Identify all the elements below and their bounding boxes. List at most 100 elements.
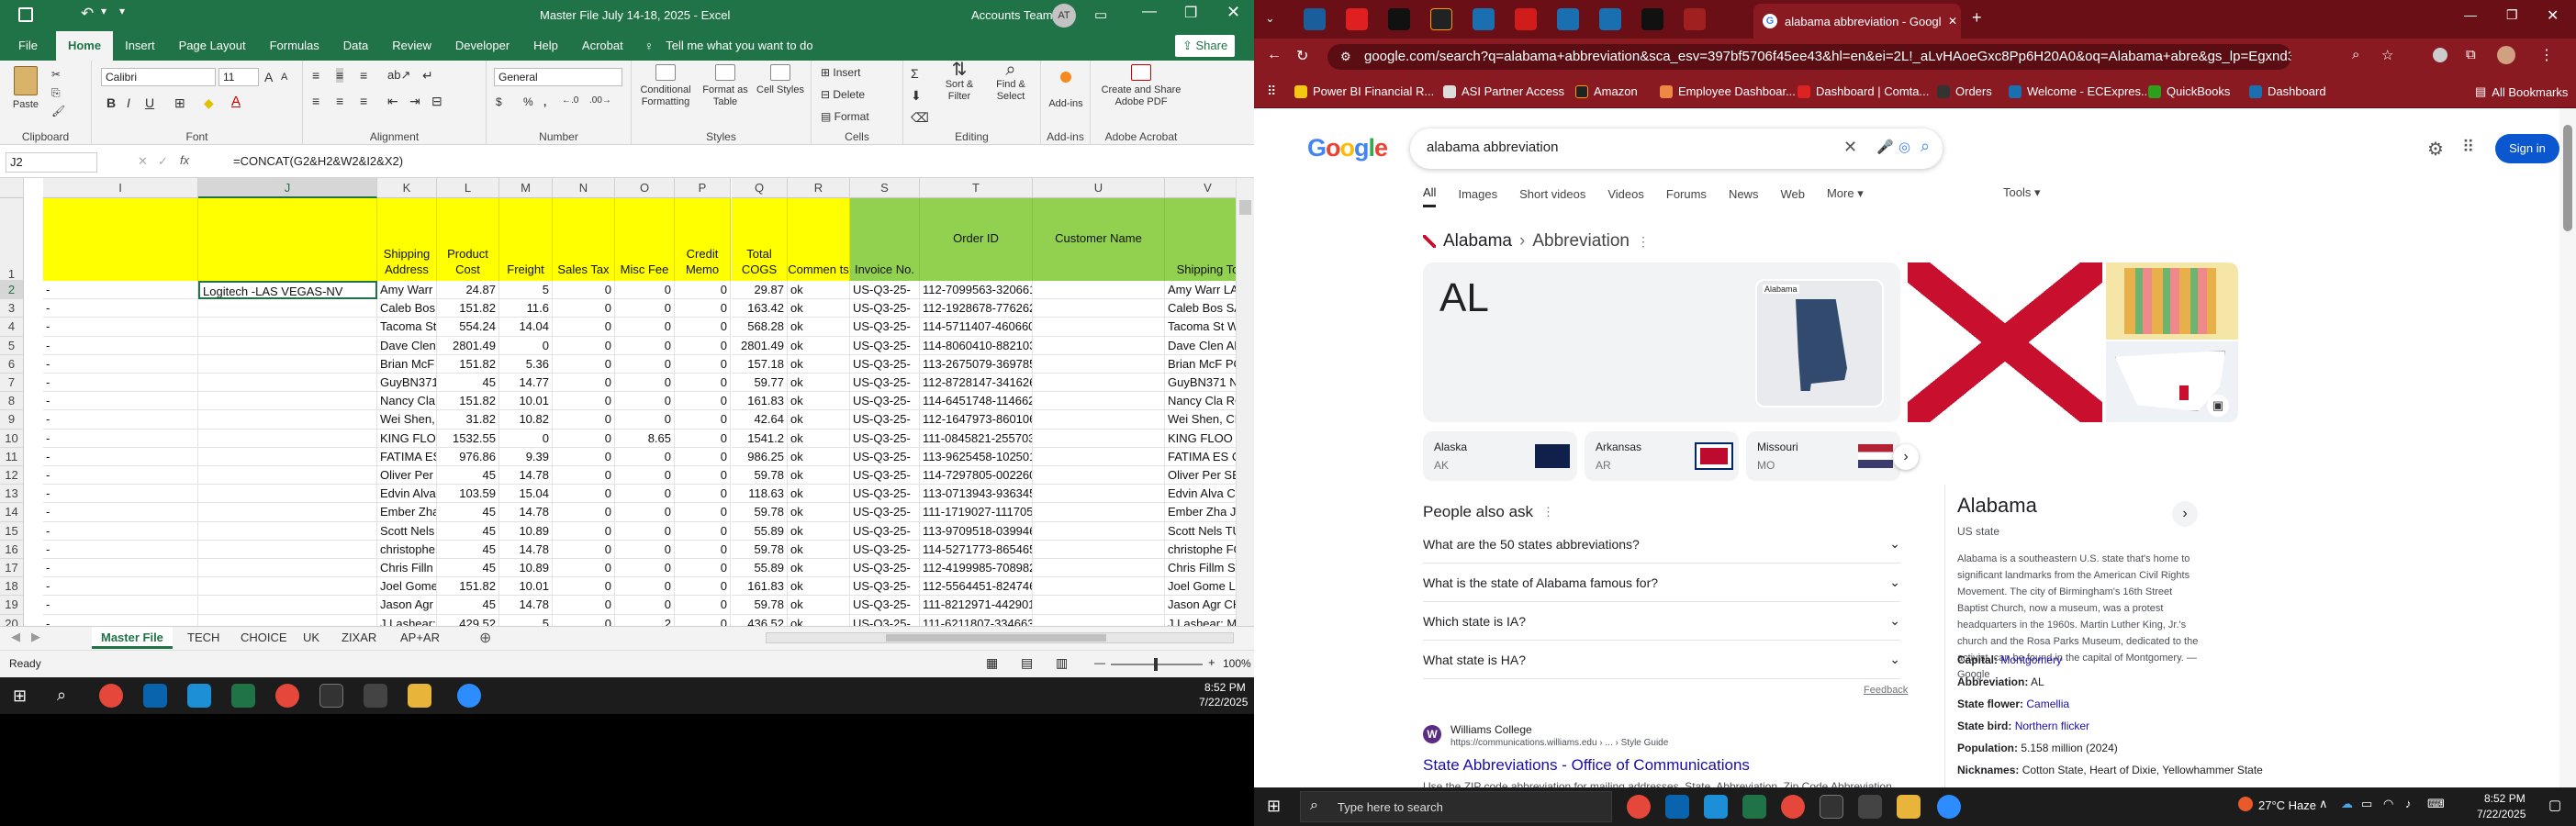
media-app-icon[interactable]	[1820, 795, 1843, 819]
page-layout-view-icon[interactable]: ▤	[1021, 655, 1033, 671]
result-site-name[interactable]: Williams College	[1450, 723, 1532, 736]
more-options-icon[interactable]: ⋮	[1637, 234, 1650, 250]
file-explorer-icon[interactable]	[408, 684, 431, 708]
paste-button[interactable]: Paste	[9, 66, 42, 111]
cell-k[interactable]: Caleb Bos	[377, 299, 437, 318]
cell-j[interactable]	[198, 521, 377, 541]
column-header[interactable]: U	[1033, 178, 1165, 198]
all-bookmarks[interactable]: ▤ All Bookmarks	[2475, 84, 2568, 99]
cell-q[interactable]: 59.78	[732, 503, 788, 522]
cell-i[interactable]: -	[43, 318, 198, 337]
cell-o[interactable]: 0	[615, 485, 675, 504]
windows-start-icon[interactable]: ⊞	[1267, 797, 1281, 816]
cell-q[interactable]: 59.78	[732, 540, 788, 559]
zoom-slider[interactable]	[1111, 658, 1203, 671]
cell-q[interactable]: 55.89	[732, 559, 788, 578]
cell-t[interactable]: 114-7297805-0022603	[920, 466, 1033, 486]
cell-p[interactable]: 0	[675, 485, 731, 504]
undo-dropdown-icon[interactable]: ▾	[101, 5, 106, 17]
chrome-close-icon[interactable]: ✕	[2547, 6, 2559, 25]
cell-k[interactable]: Dave Clen	[377, 336, 437, 355]
clock-date[interactable]: 7/22/2025	[2477, 808, 2526, 820]
cell-j[interactable]	[198, 392, 377, 411]
cell-s[interactable]: US-Q3-25-	[850, 410, 920, 430]
zoom-slider-handle[interactable]	[1154, 658, 1158, 671]
cell-m[interactable]: 14.78	[499, 466, 553, 486]
column-header[interactable]: N	[553, 178, 615, 198]
cell-s[interactable]: US-Q3-25-	[850, 485, 920, 504]
format-painter-icon[interactable]: 🖌	[51, 105, 65, 117]
next-sheet-icon[interactable]: ▶	[31, 630, 40, 644]
cell-r[interactable]: ok	[788, 521, 850, 541]
page-scrollbar[interactable]	[2559, 108, 2576, 787]
cell-n[interactable]: 0	[553, 318, 615, 337]
taskbar-search-box[interactable]: ⌕ Type here to search	[1300, 791, 1612, 822]
cell-k[interactable]: Amy Warr	[377, 281, 437, 300]
close-tab-icon[interactable]: ✕	[1948, 15, 1957, 28]
cell-i[interactable]: -	[43, 299, 198, 318]
language-icon[interactable]: ⌨	[2427, 797, 2445, 811]
cell-p[interactable]: 0	[675, 540, 731, 559]
insert-cells-button[interactable]: ⊞ Insert	[821, 66, 860, 79]
cell-l[interactable]: 151.82	[437, 354, 499, 374]
tab-formulas[interactable]: Formulas	[258, 31, 331, 61]
cell-l[interactable]: 2801.49	[437, 336, 499, 355]
account-name[interactable]: Accounts Team	[971, 8, 1053, 22]
cell-i[interactable]: -	[43, 429, 198, 448]
normal-view-icon[interactable]: ▦	[986, 655, 998, 671]
search-submit-icon[interactable]: ⌕	[1921, 137, 1930, 156]
extensions-puzzle-icon[interactable]: ⧉	[2466, 47, 2476, 62]
cell-k[interactable]: Scott Nels	[377, 521, 437, 541]
cell-k[interactable]: Chris Filln	[377, 559, 437, 578]
chrome-app-icon[interactable]	[99, 684, 123, 708]
borders-icon[interactable]: ⊞	[174, 95, 185, 111]
cell-t[interactable]: 114-5711407-4606600	[920, 318, 1033, 337]
vertical-scroll-thumb[interactable]	[1239, 200, 1251, 215]
cell-o[interactable]: 0	[615, 540, 675, 559]
cell-u[interactable]	[1033, 447, 1165, 466]
wrap-text-icon[interactable]: ↵	[422, 68, 433, 84]
related-state-card[interactable]: Alaska AK	[1423, 431, 1577, 481]
cell-n[interactable]: 0	[553, 299, 615, 318]
cell-m[interactable]: 10.82	[499, 410, 553, 430]
delete-cells-button[interactable]: ⊟ Delete	[821, 88, 865, 101]
cell-n[interactable]: 0	[553, 503, 615, 522]
row-header[interactable]: 4	[0, 318, 24, 337]
cell-u[interactable]	[1033, 336, 1165, 355]
row-header[interactable]: 9	[0, 410, 24, 430]
related-state-card[interactable]: Arkansas AR	[1585, 431, 1739, 481]
cell-i[interactable]: -	[43, 447, 198, 466]
cell-i[interactable]: -	[43, 392, 198, 411]
clear-icon[interactable]: ⌫	[911, 110, 929, 126]
us-map-image[interactable]: ▣	[2106, 341, 2238, 422]
cell-t[interactable]: 114-5271773-8654659	[920, 540, 1033, 559]
edge-app-icon[interactable]	[187, 684, 211, 708]
formula-input[interactable]: =CONCAT(G2&H2&W2&I2&X2)	[233, 154, 403, 168]
outlook-app-icon[interactable]	[143, 684, 167, 708]
percent-style-icon[interactable]: %	[523, 95, 533, 108]
cell-u[interactable]	[1033, 318, 1165, 337]
cell-k[interactable]: Wei Shen,	[377, 410, 437, 430]
kp-expand-icon[interactable]: ›	[2172, 501, 2198, 527]
cell-u[interactable]	[1033, 354, 1165, 374]
cell-u[interactable]	[1033, 521, 1165, 541]
column-header[interactable]: O	[615, 178, 675, 198]
cell-s[interactable]: US-Q3-25-	[850, 336, 920, 355]
result-url[interactable]: https://communications.williams.edu › ..…	[1450, 738, 1668, 748]
filter-forums[interactable]: Forums	[1666, 187, 1707, 206]
insert-function-icon[interactable]: fx	[180, 153, 189, 167]
cell-q[interactable]: 1541.2	[732, 429, 788, 448]
network-icon[interactable]: ▭	[2361, 797, 2372, 811]
tab-help[interactable]: Help	[521, 31, 570, 61]
edge-app-icon[interactable]	[1704, 795, 1728, 819]
cell-j[interactable]	[198, 596, 377, 615]
cell-p[interactable]: 0	[675, 559, 731, 578]
cell-r[interactable]: ok	[788, 374, 850, 393]
cell-i[interactable]: -	[43, 503, 198, 522]
cell-q[interactable]: 163.42	[732, 299, 788, 318]
browser-tab-icon[interactable]	[1388, 8, 1410, 30]
filter-images[interactable]: Images	[1458, 187, 1497, 206]
cell-p[interactable]: 0	[675, 354, 731, 374]
cell-r[interactable]: ok	[788, 392, 850, 411]
cell-u[interactable]	[1033, 485, 1165, 504]
